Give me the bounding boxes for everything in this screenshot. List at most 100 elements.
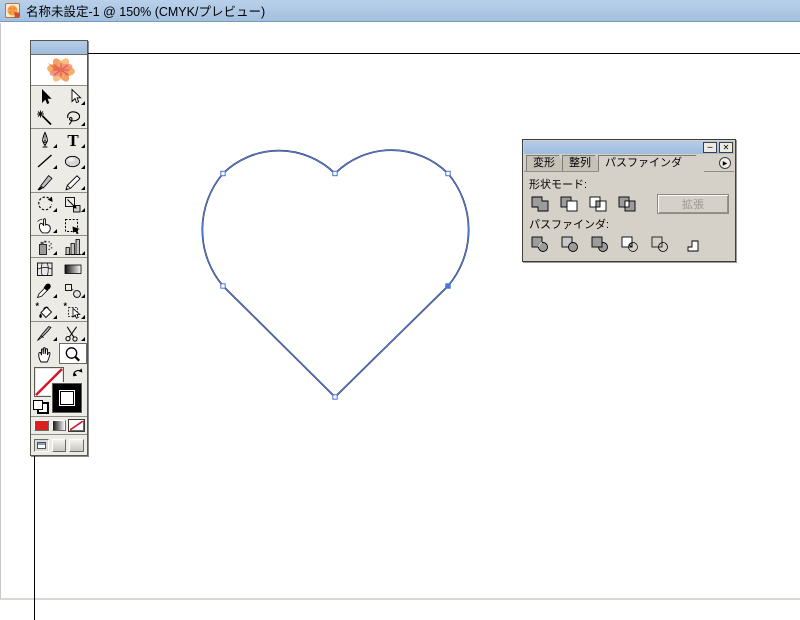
minus-back-button[interactable]: [679, 235, 701, 253]
symbol-sprayer-tool[interactable]: [31, 236, 59, 257]
direct-selection-tool[interactable]: [59, 86, 87, 107]
lasso-icon: [62, 109, 84, 127]
merge-button[interactable]: [589, 235, 611, 253]
artboard-top-edge: [34, 53, 800, 54]
hand-icon: [34, 345, 56, 363]
toolbox-palette[interactable]: T**: [30, 40, 88, 456]
close-button[interactable]: ✕: [719, 142, 733, 153]
scale-tool[interactable]: [59, 193, 87, 214]
tool-group: [31, 236, 87, 258]
panel-body: 形状モード: 拡張 パスファインダ:: [524, 172, 734, 260]
zoom-tool[interactable]: [59, 343, 87, 364]
type-icon: T: [62, 131, 84, 149]
svg-text:*: *: [36, 302, 40, 311]
ellipse-icon: [62, 152, 84, 170]
gradient-icon: [62, 260, 84, 278]
free-transform-icon: [62, 216, 84, 234]
expand-button[interactable]: 拡張: [657, 194, 729, 214]
full-screen-with-menu-button[interactable]: [52, 439, 67, 452]
selection-tool[interactable]: [31, 86, 59, 107]
scale-icon: [62, 195, 84, 213]
mesh-tool[interactable]: [31, 258, 59, 279]
column-graph-tool[interactable]: [59, 236, 87, 257]
panel-tab-row: 変形整列パスファインダ ▶: [524, 154, 734, 172]
paintbrush-icon: [34, 173, 56, 191]
lasso-tool[interactable]: [59, 107, 87, 128]
pathfinder-label: パスファインダ:: [529, 216, 729, 232]
pencil-tool[interactable]: [59, 171, 87, 192]
live-paint-selection-icon: *: [62, 302, 84, 320]
color-button[interactable]: [34, 420, 49, 431]
pathfinder-panel[interactable]: ─✕ 変形整列パスファインダ ▶ 形状モード: 拡張 パスファインダ:: [522, 139, 736, 262]
tab-パスファインダ[interactable]: パスファインダ: [598, 155, 704, 172]
tab-整列[interactable]: 整列: [562, 155, 603, 171]
illustrator-document-icon: [5, 3, 20, 18]
toolbox-titlebar[interactable]: [31, 41, 87, 55]
live-paint-bucket-tool[interactable]: *: [31, 300, 59, 321]
magic-wand-tool[interactable]: [31, 107, 59, 128]
panel-titlebar[interactable]: ─✕: [524, 141, 734, 154]
line-segment-icon: [34, 152, 56, 170]
live-paint-bucket-icon: *: [34, 302, 56, 320]
ellipse-tool[interactable]: [59, 150, 87, 171]
line-segment-tool[interactable]: [31, 150, 59, 171]
selection-icon: [34, 88, 56, 106]
paintbrush-tool[interactable]: [31, 171, 59, 192]
svg-text:T: T: [67, 131, 79, 149]
default-fill-stroke-icon[interactable]: [33, 400, 49, 414]
free-transform-tool[interactable]: [59, 214, 87, 235]
gradient-button[interactable]: [52, 420, 67, 431]
scissors-tool[interactable]: [59, 322, 87, 343]
screen-mode-row: [31, 434, 87, 455]
color-button-row: [31, 416, 87, 434]
crop-button[interactable]: [619, 235, 641, 253]
symbol-sprayer-icon: [34, 238, 56, 256]
subtract-from-shape-area-button[interactable]: [558, 195, 580, 213]
standard-screen-mode-button[interactable]: [34, 439, 49, 452]
window-title: 名称未設定-1 @ 150% (CMYK/プレビュー): [26, 1, 265, 20]
rotate-tool[interactable]: [31, 193, 59, 214]
type-tool[interactable]: T: [59, 129, 87, 150]
tool-group: [31, 322, 87, 364]
window-titlebar[interactable]: 名称未設定-1 @ 150% (CMYK/プレビュー): [0, 0, 800, 22]
scissors-icon: [62, 324, 84, 342]
blend-tool[interactable]: [59, 279, 87, 300]
illustrator-flower-logo-icon: [31, 55, 87, 86]
warp-tool[interactable]: [31, 214, 59, 235]
outline-button[interactable]: [649, 235, 671, 253]
pen-tool[interactable]: [31, 129, 59, 150]
rotate-icon: [34, 195, 56, 213]
intersect-shape-areas-button[interactable]: [587, 195, 609, 213]
tool-group: [31, 193, 87, 236]
full-screen-button[interactable]: [69, 439, 84, 452]
direct-selection-icon: [62, 88, 84, 106]
live-paint-selection-tool[interactable]: *: [59, 300, 87, 321]
tool-group: [31, 86, 87, 129]
eyedropper-icon: [34, 281, 56, 299]
pen-icon: [34, 131, 56, 149]
trim-button[interactable]: [559, 235, 581, 253]
slice-tool[interactable]: [31, 322, 59, 343]
document-canvas[interactable]: [0, 23, 800, 600]
gradient-tool[interactable]: [59, 258, 87, 279]
minimize-button[interactable]: ─: [703, 142, 717, 153]
warp-icon: [34, 216, 56, 234]
fill-stroke-proxy[interactable]: [31, 364, 87, 416]
panel-menu-button[interactable]: ▶: [719, 157, 731, 169]
blend-icon: [62, 281, 84, 299]
stroke-swatch-black[interactable]: [52, 383, 82, 413]
shape-mode-label: 形状モード:: [529, 176, 729, 192]
tool-group: **: [31, 258, 87, 322]
hand-tool[interactable]: [31, 343, 59, 364]
mesh-icon: [34, 260, 56, 278]
none-button[interactable]: [69, 420, 84, 431]
slice-icon: [34, 324, 56, 342]
svg-text:*: *: [64, 302, 68, 311]
tab-変形[interactable]: 変形: [526, 155, 567, 171]
magic-wand-icon: [34, 109, 56, 127]
eyedropper-tool[interactable]: [31, 279, 59, 300]
swap-fill-stroke-icon[interactable]: [71, 366, 84, 379]
add-to-shape-area-button[interactable]: [529, 195, 551, 213]
divide-button[interactable]: [529, 235, 551, 253]
exclude-shape-areas-button[interactable]: [616, 195, 638, 213]
